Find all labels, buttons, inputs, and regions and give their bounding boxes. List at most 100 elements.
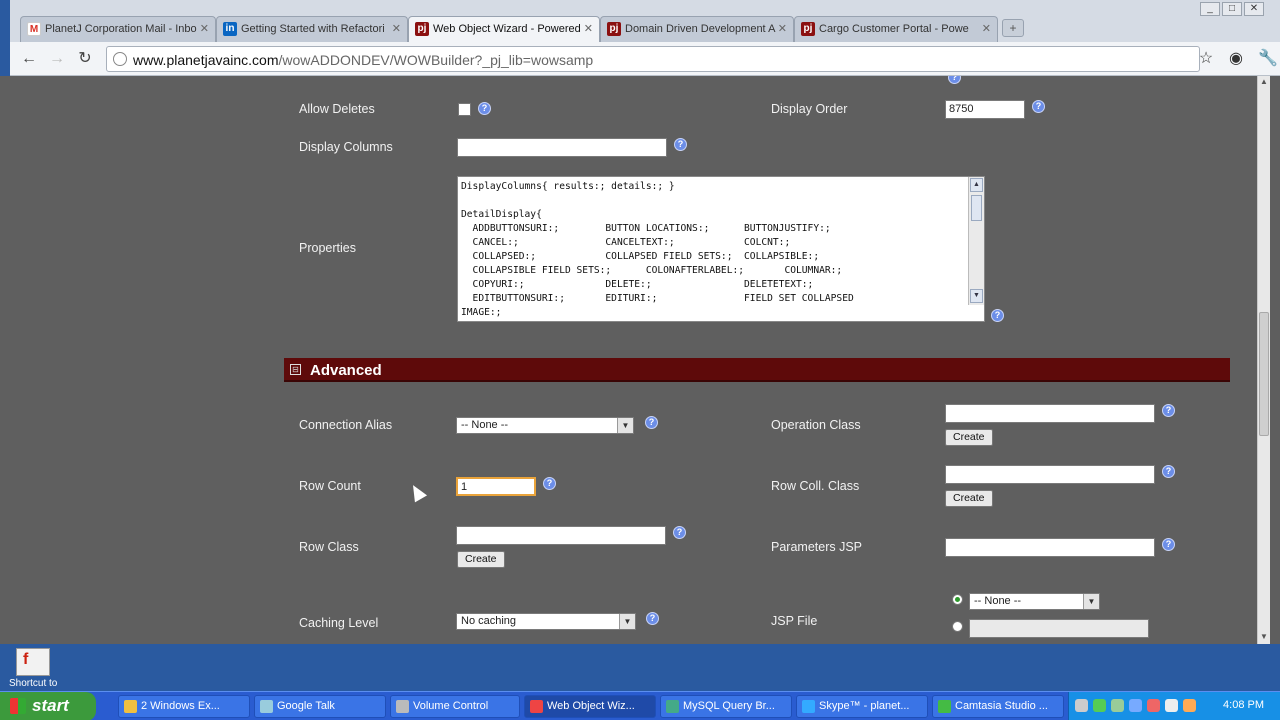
- section-title: Advanced: [310, 362, 382, 379]
- row-coll-class-label: Row Coll. Class: [771, 479, 860, 493]
- tray-icon[interactable]: [1147, 699, 1160, 712]
- row-count-input[interactable]: 1: [456, 477, 536, 496]
- display-order-input[interactable]: 8750: [945, 100, 1025, 119]
- jsp-file-input[interactable]: [969, 619, 1149, 638]
- collapse-icon[interactable]: ⊟: [290, 364, 301, 375]
- chrome-icon: [530, 700, 543, 713]
- address-bar[interactable]: www.planetjavainc.com/wowADDONDEV/WOWBui…: [106, 46, 1200, 72]
- close-icon[interactable]: ✕: [392, 22, 401, 35]
- tab-gmail[interactable]: M PlanetJ Corporation Mail - Inbo ✕: [20, 16, 216, 42]
- help-icon[interactable]: ?: [1032, 100, 1045, 113]
- taskbar-item-volume[interactable]: Volume Control: [390, 695, 520, 718]
- help-icon[interactable]: ?: [646, 612, 659, 625]
- tray-icon[interactable]: [1129, 699, 1142, 712]
- close-icon[interactable]: ✕: [584, 22, 593, 35]
- taskbar-item-camtasia[interactable]: Camtasia Studio ...: [932, 695, 1064, 718]
- minimize-icon[interactable]: _: [1200, 2, 1220, 16]
- close-icon[interactable]: ✕: [778, 22, 787, 35]
- allow-deletes-checkbox[interactable]: [458, 103, 471, 116]
- mysql-icon: [666, 700, 679, 713]
- new-tab-button[interactable]: +: [1002, 19, 1024, 37]
- row-coll-class-input[interactable]: [945, 465, 1155, 484]
- create-button[interactable]: Create: [945, 429, 993, 446]
- reload-icon[interactable]: ↻: [74, 49, 96, 69]
- jsp-file-text-radio[interactable]: [952, 621, 963, 632]
- jsp-file-select[interactable]: -- None -- ▼: [969, 593, 1100, 610]
- scroll-thumb[interactable]: [1259, 312, 1269, 436]
- tray-icon[interactable]: [1111, 699, 1124, 712]
- jsp-file-label: JSP File: [771, 614, 818, 628]
- mouse-cursor-icon: [406, 481, 428, 503]
- create-button[interactable]: Create: [945, 490, 993, 507]
- caching-level-label: Caching Level: [299, 616, 379, 630]
- operation-class-input[interactable]: [945, 404, 1155, 423]
- help-icon[interactable]: ?: [673, 526, 686, 539]
- chevron-down-icon: ▼: [1083, 594, 1099, 609]
- flash-shortcut-icon[interactable]: f: [16, 648, 50, 676]
- page-icon: [113, 52, 127, 66]
- tab-strip: M PlanetJ Corporation Mail - Inbo ✕ in G…: [10, 0, 1280, 42]
- maximize-icon[interactable]: □: [1222, 2, 1242, 16]
- help-icon[interactable]: ?: [674, 138, 687, 151]
- help-icon[interactable]: ?: [645, 416, 658, 429]
- caching-level-select[interactable]: No caching ▼: [456, 613, 636, 630]
- help-icon[interactable]: ?: [948, 76, 961, 84]
- clock: 4:08 PM: [1223, 699, 1264, 711]
- tray-icon[interactable]: [1165, 699, 1178, 712]
- display-columns-input[interactable]: [457, 138, 667, 157]
- page-scrollbar[interactable]: ▲ ▼: [1257, 76, 1270, 644]
- advanced-section-header[interactable]: ⊟ Advanced: [284, 358, 1230, 382]
- close-icon[interactable]: ✕: [982, 22, 991, 35]
- tab-label: Web Object Wizard - Powered: [433, 23, 581, 35]
- help-icon[interactable]: ?: [1162, 404, 1175, 417]
- tray-icon[interactable]: [1183, 699, 1196, 712]
- wrench-icon[interactable]: 🔧: [1258, 49, 1278, 69]
- tray-arrow-icon[interactable]: [1075, 699, 1088, 712]
- pj-icon: pj: [607, 22, 621, 36]
- help-icon[interactable]: ?: [1162, 538, 1175, 551]
- properties-label: Properties: [299, 241, 356, 255]
- back-icon[interactable]: ←: [18, 49, 40, 69]
- create-button[interactable]: Create: [457, 551, 505, 568]
- taskbar: start 2 Windows Ex... Google Talk Volume…: [0, 691, 1280, 720]
- help-icon[interactable]: ?: [1162, 465, 1175, 478]
- start-button[interactable]: start: [0, 692, 96, 720]
- windows-flag-icon: [10, 698, 26, 714]
- close-window-icon[interactable]: ✕: [1244, 2, 1264, 16]
- folder-icon: [124, 700, 137, 713]
- scroll-down-icon[interactable]: ▼: [1258, 631, 1270, 643]
- tab-linkedin[interactable]: in Getting Started with Refactori ✕: [216, 16, 408, 42]
- gmail-icon: M: [27, 22, 41, 36]
- browser-toolbar: ← → ↻ www.planetjavainc.com/wowADDONDEV/…: [10, 42, 1280, 76]
- scroll-up-icon[interactable]: ▲: [1258, 76, 1270, 88]
- scroll-down-icon[interactable]: ▼: [970, 289, 983, 303]
- forward-icon[interactable]: →: [46, 49, 68, 69]
- close-icon[interactable]: ✕: [200, 22, 209, 35]
- jsp-file-select-radio[interactable]: [952, 594, 963, 605]
- tab-web-object-wizard[interactable]: pj Web Object Wizard - Powered ✕: [408, 16, 600, 42]
- row-class-input[interactable]: [456, 526, 666, 545]
- tab-cargo-portal[interactable]: pj Cargo Customer Portal - Powe ✕: [794, 16, 998, 42]
- taskbar-item-explorer[interactable]: 2 Windows Ex...: [118, 695, 250, 718]
- taskbar-item-gtalk[interactable]: Google Talk: [254, 695, 386, 718]
- properties-textarea[interactable]: DisplayColumns{ results:; details:; } De…: [457, 176, 985, 322]
- taskbar-item-chrome[interactable]: Web Object Wiz...: [524, 695, 656, 718]
- bookmark-star-icon[interactable]: ☆: [1196, 49, 1216, 69]
- help-icon[interactable]: ?: [543, 477, 556, 490]
- parameters-jsp-input[interactable]: [945, 538, 1155, 557]
- textarea-scrollbar[interactable]: ▲ ▼: [968, 177, 984, 305]
- connection-alias-label: Connection Alias: [299, 418, 393, 432]
- shortcut-label: Shortcut to: [9, 678, 58, 689]
- help-icon[interactable]: ?: [991, 309, 1004, 322]
- taskbar-item-mysql[interactable]: MySQL Query Br...: [660, 695, 792, 718]
- help-icon[interactable]: ?: [478, 102, 491, 115]
- properties-text: DisplayColumns{ results:; details:; } De…: [461, 181, 854, 318]
- taskbar-item-skype[interactable]: Skype™ - planet...: [796, 695, 928, 718]
- tab-domain-driven[interactable]: pj Domain Driven Development A ✕: [600, 16, 794, 42]
- scroll-thumb[interactable]: [971, 195, 982, 221]
- scroll-up-icon[interactable]: ▲: [970, 178, 983, 192]
- linkedin-icon: in: [223, 22, 237, 36]
- extension-icon[interactable]: ◉: [1226, 49, 1246, 69]
- tray-icon[interactable]: [1093, 699, 1106, 712]
- connection-alias-select[interactable]: -- None -- ▼: [456, 417, 634, 434]
